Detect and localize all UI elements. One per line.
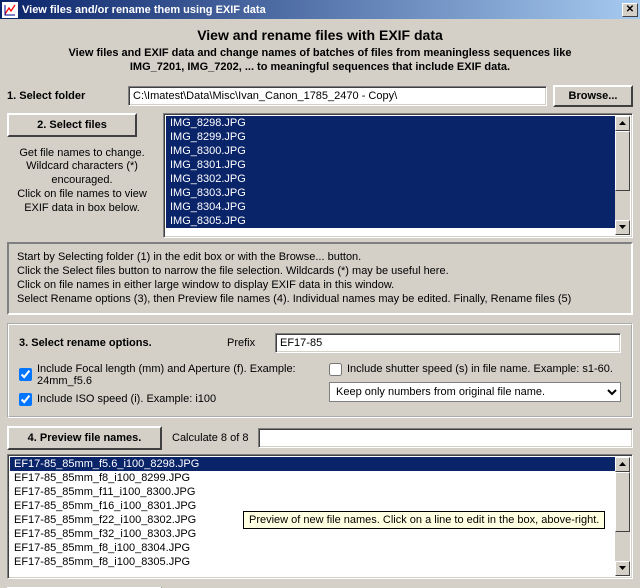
prefix-input[interactable] [275, 333, 621, 353]
list-item[interactable]: IMG_8304.JPG [166, 200, 615, 214]
scroll-down-button[interactable] [615, 220, 630, 235]
include-focal-checkbox[interactable]: Include Focal length (mm) and Aperture (… [19, 363, 311, 387]
scrollbar[interactable] [615, 116, 630, 235]
include-iso-checkbox[interactable]: Include ISO speed (i). Example: i100 [19, 393, 311, 406]
list-item[interactable]: EF17-85_85mm_f8_i100_8305.JPG [10, 555, 615, 569]
app-icon [2, 2, 18, 18]
page-subheading: View files and EXIF data and change name… [7, 47, 633, 75]
select-files-hint: Get file names to change. Wildcard chara… [7, 147, 157, 216]
titlebar: View files and/or rename them using EXIF… [0, 0, 640, 19]
list-item[interactable]: EF17-85_85mm_f8_i100_8304.JPG [10, 541, 615, 555]
list-item[interactable]: IMG_8301.JPG [166, 158, 615, 172]
list-item[interactable]: IMG_8299.JPG [166, 130, 615, 144]
scrollbar[interactable] [615, 457, 630, 576]
instructions-box: Start by Selecting folder (1) in the edi… [7, 242, 633, 315]
source-file-list[interactable]: IMG_8298.JPG IMG_8299.JPG IMG_8300.JPG I… [163, 113, 633, 238]
filename-mode-dropdown[interactable]: Keep only numbers from original file nam… [329, 382, 621, 402]
browse-button[interactable]: Browse... [553, 85, 633, 107]
preview-filenames-button[interactable]: 4. Preview file names. [7, 426, 162, 450]
page-heading: View and rename files with EXIF data [7, 27, 633, 43]
list-item[interactable]: EF17-85_85mm_f8_i100_8299.JPG [10, 471, 615, 485]
list-item[interactable]: IMG_8303.JPG [166, 186, 615, 200]
preview-file-list[interactable]: EF17-85_85mm_f5.6_i100_8298.JPG EF17-85_… [7, 454, 633, 579]
list-item[interactable]: IMG_8298.JPG [166, 116, 615, 130]
list-item[interactable]: EF17-85_85mm_f5.6_i100_8298.JPG [10, 457, 615, 471]
folder-path-input[interactable] [128, 86, 547, 106]
calculate-status: Calculate 8 of 8 [172, 432, 248, 444]
rename-options-group: 3. Select rename options. Prefix Include… [7, 323, 633, 418]
close-window-button[interactable]: ✕ [622, 3, 638, 17]
list-item[interactable]: IMG_8305.JPG [166, 214, 615, 228]
list-item[interactable]: EF17-85_85mm_f11_i100_8300.JPG [10, 485, 615, 499]
select-files-button[interactable]: 2. Select files [7, 113, 137, 137]
include-shutter-checkbox[interactable]: Include shutter speed (s) in file name. … [329, 363, 621, 376]
scroll-up-button[interactable] [615, 116, 630, 131]
scroll-up-button[interactable] [615, 457, 630, 472]
select-folder-label: 1. Select folder [7, 90, 122, 102]
list-item[interactable]: IMG_8302.JPG [166, 172, 615, 186]
scroll-thumb[interactable] [615, 131, 630, 191]
scroll-thumb[interactable] [615, 472, 630, 532]
rename-options-label: 3. Select rename options. [19, 337, 219, 349]
window-title: View files and/or rename them using EXIF… [22, 4, 266, 16]
scroll-down-button[interactable] [615, 561, 630, 576]
preview-tooltip: Preview of new file names. Click on a li… [243, 511, 605, 529]
filename-edit-input[interactable] [258, 428, 633, 448]
prefix-label: Prefix [227, 337, 267, 349]
list-item[interactable]: EF17-85_85mm_f32_i100_8303.JPG [10, 527, 615, 541]
list-item[interactable]: IMG_8300.JPG [166, 144, 615, 158]
